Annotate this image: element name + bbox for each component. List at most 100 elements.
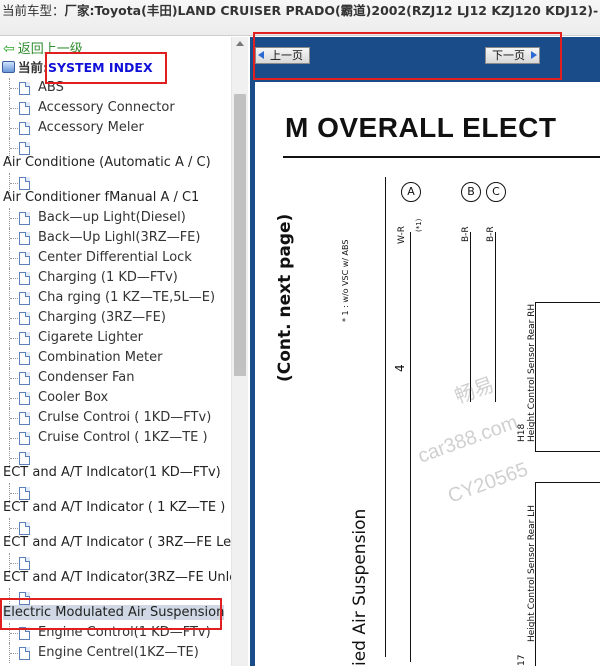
wiring-diagram-page: M OVERALL ELECT (Cont. next page) * 1 : …	[255, 82, 600, 666]
document-icon	[19, 102, 30, 115]
system-tree-panel: ⇦ 返回上一级 当前:SYSTEM INDEX ABS Accessory Conn…	[0, 37, 231, 666]
tree-leaf-item[interactable]: Engine Control(1 KD—FTv)	[0, 623, 231, 643]
document-icon	[19, 212, 30, 225]
footnote-text: * 1 : w/o VSC w/ ABS	[341, 239, 350, 322]
tree-folder-item[interactable]: ECT and A/T Indicator ( 3RZ—FE Lea	[0, 533, 231, 553]
sensor-lh-box	[535, 482, 600, 666]
back-link-label: 返回上一级	[17, 42, 83, 57]
prev-page-label: 上一页	[270, 49, 303, 62]
tree-leaf-item[interactable]: ABS	[0, 78, 231, 98]
next-page-label: 下一页	[492, 49, 525, 62]
document-icon	[19, 352, 30, 365]
tree-scrollbar[interactable]	[231, 37, 248, 666]
watermark-url: car388.com	[415, 411, 521, 468]
document-icon	[19, 82, 30, 95]
tree-folder-item[interactable]: Electric Modulated Air Suspension	[0, 603, 231, 623]
tree-item-label: Accessory Meler	[38, 120, 144, 135]
tree-folder-item[interactable]: ECT and A/T Indicator ( 1 KZ—TE )	[0, 498, 231, 518]
tree-leaf-item[interactable]: Cruise Control ( 1KZ—TE )	[0, 428, 231, 448]
pin-number: 4	[393, 364, 407, 372]
tree-folder-item[interactable]: ECT and A/T Indlcator(1 KD—FTv)	[0, 463, 231, 483]
right-arrow-icon	[531, 51, 537, 59]
tree-leaf-item[interactable]: Crulse Controi ( 1KD—FTv)	[0, 408, 231, 428]
document-icon	[19, 122, 30, 135]
tree-item-label: Cha rging (1 KZ—TE,5L—E)	[38, 290, 216, 305]
tree-item-label: Charging (1 KD—FTv)	[38, 270, 178, 285]
document-icon	[19, 627, 30, 640]
tree-leaf-item[interactable]: Cha rging (1 KZ—TE,5L—E)	[0, 288, 231, 308]
page-nav-bar: 上一页 下一页	[250, 37, 600, 82]
left-arrow-icon	[258, 51, 264, 59]
tree-leaf-item[interactable]: Charging (3RZ—FE)	[0, 308, 231, 328]
connector-node-c: C	[486, 182, 506, 202]
diagram-title: M OVERALL ELECT	[285, 112, 557, 143]
tree-folder-item[interactable]: ECT and A/T Indicator(3RZ—FE Unlea	[0, 568, 231, 588]
scrollbar-thumb[interactable]	[234, 94, 246, 376]
tree-leaf-item[interactable]: Accessory Meler	[0, 118, 231, 138]
vehicle-title-bar: 当前车型：厂家:Toyota(丰田)LAND CRUISER PRADO(霸道)…	[0, 0, 600, 36]
tree-leaf-item[interactable]: Accessory Connector	[0, 98, 231, 118]
tree-item-label: ECT and A/T Indicator ( 3RZ—FE Lea	[3, 535, 231, 550]
tree-folder-item[interactable]: Air Conditione (Automatic A / C)	[0, 153, 231, 173]
connector-node-a: A	[401, 182, 421, 202]
wire-line-a2	[410, 232, 411, 662]
tree-item-label: ECT and A/T Indicator ( 1 KZ—TE )	[3, 500, 226, 515]
wire-color-a: W-R	[397, 225, 407, 244]
wire-a-note: (*1)	[415, 218, 423, 232]
document-icon	[19, 392, 30, 405]
tree-item-label: Cooler Box	[38, 390, 109, 405]
sensor-rh-label: Height Control Sensor Rear RH	[527, 303, 537, 442]
suspension-side-label: ied Air Suspension	[350, 508, 370, 666]
computer-icon	[2, 61, 15, 73]
tree-item-label: Condenser Fan	[38, 370, 135, 385]
tree-item-label: Engine Control(1 KD—FTv)	[38, 625, 211, 640]
tree-leaf-item[interactable]: Back—up Light(Diesel)	[0, 208, 231, 228]
next-page-button[interactable]: 下一页	[485, 47, 540, 64]
tree-item-label: Charging (3RZ—FE)	[38, 310, 166, 325]
cont-next-page-label: (Cont. next page)	[275, 213, 295, 382]
tree-item-label: Combination Meter	[38, 350, 163, 365]
tree-item-label: ECT and A/T Indicator(3RZ—FE Unlea	[3, 570, 231, 585]
vehicle-value: 厂家:Toyota(丰田)LAND CRUISER PRADO(霸道)2002(…	[64, 3, 599, 18]
watermark-code: CY20565	[445, 458, 531, 508]
tree-item-label: Cigarete Lighter	[38, 330, 143, 345]
tree-item-label: ECT and A/T Indlcator(1 KD—FTv)	[3, 465, 221, 480]
prev-page-button[interactable]: 上一页	[255, 47, 310, 64]
tree-leaf-item[interactable]: Back—Up Lighl(3RZ—FE)	[0, 228, 231, 248]
tree-item-label: Back—up Light(Diesel)	[38, 210, 186, 225]
tree-item-label: Cruise Control ( 1KZ—TE )	[38, 430, 208, 445]
tree-leaf-item[interactable]: Engine Centrel(1KZ—TE)	[0, 643, 231, 663]
tree-item-label: Back—Up Lighl(3RZ—FE)	[38, 230, 201, 245]
document-icon	[19, 252, 30, 265]
back-up-level-link[interactable]: ⇦ 返回上一级	[3, 40, 83, 58]
tree-item-label: ABS	[38, 80, 64, 95]
document-icon	[19, 312, 30, 325]
tree-item-label: Engine Centrel(1KZ—TE)	[38, 645, 199, 660]
tree-leaf-item[interactable]: Center Differential Lock	[0, 248, 231, 268]
document-icon	[19, 232, 30, 245]
document-icon	[19, 432, 30, 445]
wire-line-a	[385, 177, 386, 657]
tree-leaf-item[interactable]: Cigarete Lighter	[0, 328, 231, 348]
sensor-rh-box	[535, 302, 600, 452]
tree-leaf-item[interactable]: Condenser Fan	[0, 368, 231, 388]
vehicle-label: 当前车型：	[2, 3, 65, 18]
document-icon	[19, 412, 30, 425]
document-icon	[19, 332, 30, 345]
current-location-value[interactable]: SYSTEM INDEX	[48, 60, 153, 75]
document-viewer: 上一页 下一页 M OVERALL ELECT (Cont. next page…	[250, 37, 600, 666]
tree-leaf-item[interactable]: Combination Meter	[0, 348, 231, 368]
connector-node-b: B	[461, 182, 481, 202]
tree-item-label: Air Conditione (Automatic A / C)	[3, 155, 211, 170]
title-rule	[283, 156, 600, 158]
wire-line-c	[495, 232, 496, 402]
watermark-cn: 畅易	[452, 373, 498, 409]
scroll-up-icon[interactable]	[236, 41, 244, 46]
tree-leaf-item[interactable]: Cooler Box	[0, 388, 231, 408]
tree-item-label: Electric Modulated Air Suspension	[3, 605, 225, 620]
tree-leaf-item[interactable]: Charging (1 KD—FTv)	[0, 268, 231, 288]
wire-color-c: B-R	[486, 226, 496, 242]
tree-folder-item[interactable]: Air Conditioner fManual A / C1	[0, 188, 231, 208]
wire-color-b: B-R	[461, 226, 471, 242]
back-arrow-icon: ⇦	[3, 41, 15, 57]
